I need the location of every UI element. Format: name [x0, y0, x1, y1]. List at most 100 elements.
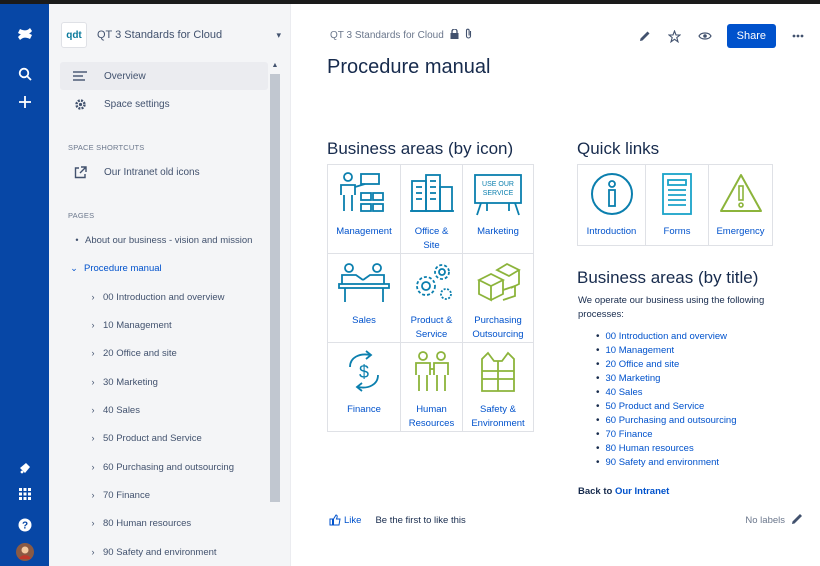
- attachment-icon[interactable]: [465, 28, 472, 42]
- scroll-thumb[interactable]: [270, 74, 280, 502]
- tile-management[interactable]: Management: [327, 164, 401, 254]
- svg-text:USE OUR: USE OUR: [482, 181, 514, 188]
- search-icon[interactable]: [0, 60, 49, 88]
- process-link[interactable]: 70 Finance: [596, 428, 737, 442]
- chevron-right-icon[interactable]: ›: [87, 320, 99, 330]
- tree-item[interactable]: › 10 Management: [87, 317, 172, 333]
- tree-item[interactable]: › 90 Safety and environment: [87, 544, 217, 560]
- tile-human-resources[interactable]: Human Resources: [400, 342, 463, 432]
- like-label: Like: [344, 514, 362, 526]
- title-section-heading: Business areas (by title): [577, 268, 759, 287]
- sidebar-item-label: Space settings: [104, 98, 170, 110]
- breadcrumb: QT 3 Standards for Cloud: [330, 27, 472, 42]
- chevron-right-icon[interactable]: ›: [87, 490, 99, 500]
- tile-marketing[interactable]: USE OUR SERVICE Marketing: [462, 164, 534, 254]
- confluence-logo-icon[interactable]: [0, 20, 49, 48]
- tree-item[interactable]: › 20 Office and site: [87, 345, 177, 361]
- sidebar-item-label: Overview: [104, 70, 146, 82]
- process-link[interactable]: 10 Management: [596, 343, 737, 357]
- chevron-right-icon[interactable]: ›: [87, 348, 99, 358]
- tile-sales[interactable]: Sales: [327, 253, 401, 343]
- like-bar: Like Be the first to like this: [329, 514, 466, 526]
- lock-icon[interactable]: [450, 27, 459, 42]
- process-link[interactable]: 40 Sales: [596, 385, 737, 399]
- sidebar-item-space-settings[interactable]: Space settings: [60, 90, 268, 118]
- tree-item[interactable]: › 30 Marketing: [87, 374, 158, 390]
- sidebar-scrollbar[interactable]: ▲: [270, 62, 280, 566]
- edit-icon[interactable]: [637, 28, 653, 44]
- chevron-right-icon[interactable]: ›: [87, 433, 99, 443]
- tree-item-selected[interactable]: ⌄ Procedure manual: [68, 260, 161, 276]
- overview-icon: [68, 71, 92, 81]
- chevron-right-icon[interactable]: ›: [87, 462, 99, 472]
- quick-link-emergency[interactable]: Emergency: [708, 164, 773, 246]
- tree-item[interactable]: › 60 Purchasing and outsourcing: [87, 459, 234, 475]
- tile-safety-environment[interactable]: Safety & Environment: [462, 342, 534, 432]
- space-header[interactable]: qdt QT 3 Standards for Cloud ▾: [61, 22, 281, 48]
- management-icon: [340, 172, 384, 212]
- process-link[interactable]: 20 Office and site: [596, 357, 737, 371]
- tree-item[interactable]: › 50 Product and Service: [87, 430, 202, 446]
- quick-link-forms[interactable]: Forms: [645, 164, 709, 246]
- tree-item[interactable]: › 40 Sales: [87, 402, 140, 418]
- gears-icon: [415, 264, 452, 300]
- tile-finance[interactable]: $ Finance: [327, 342, 401, 432]
- space-name[interactable]: QT 3 Standards for Cloud: [97, 29, 276, 41]
- star-icon[interactable]: [667, 28, 683, 44]
- notification-icon[interactable]: [0, 454, 49, 482]
- more-icon[interactable]: [790, 28, 806, 44]
- back-to-text: Back to: [578, 486, 613, 497]
- global-nav: ?: [0, 4, 49, 566]
- chevron-right-icon[interactable]: ›: [87, 547, 99, 557]
- process-link[interactable]: 00 Introduction and overview: [596, 329, 737, 343]
- tree-item[interactable]: › 70 Finance: [87, 487, 151, 503]
- tile-label: Safety & Environment: [471, 404, 525, 429]
- boxes-icon: [476, 262, 521, 302]
- form-document-icon: [662, 173, 692, 215]
- create-icon[interactable]: [0, 88, 49, 116]
- people-icon: [414, 351, 449, 391]
- chevron-right-icon[interactable]: ›: [87, 518, 99, 528]
- tree-item[interactable]: › 00 Introduction and overview: [87, 289, 225, 305]
- chevron-right-icon[interactable]: ›: [87, 405, 99, 415]
- like-button[interactable]: Like: [329, 514, 361, 526]
- app-switcher-icon[interactable]: [0, 480, 49, 508]
- no-labels-text: No labels: [745, 514, 785, 526]
- process-link[interactable]: 50 Product and Service: [596, 399, 737, 413]
- tree-item[interactable]: • About our business - vision and mission: [71, 232, 252, 248]
- watch-icon[interactable]: [697, 28, 713, 44]
- external-link-icon: [68, 165, 92, 179]
- shortcut-our-intranet[interactable]: Our Intranet old icons: [60, 158, 268, 186]
- tree-item[interactable]: › 80 Human resources: [87, 515, 192, 531]
- tile-purchasing-outsourcing[interactable]: Purchasing Outsourcing: [462, 253, 534, 343]
- chevron-right-icon[interactable]: ›: [87, 292, 99, 302]
- help-icon[interactable]: ?: [0, 511, 49, 539]
- process-link[interactable]: 80 Human resources: [596, 442, 737, 456]
- sales-icon: [338, 263, 390, 302]
- process-link[interactable]: 60 Purchasing and outsourcing: [596, 414, 737, 428]
- space-logo: qdt: [61, 22, 87, 48]
- back-to-intranet-link[interactable]: Our Intranet: [615, 486, 669, 497]
- share-button[interactable]: Share: [726, 24, 776, 48]
- tile-product-service[interactable]: Product & Service: [400, 253, 463, 343]
- quick-link-introduction[interactable]: Introduction: [577, 164, 646, 246]
- labels-area: No labels: [745, 512, 804, 528]
- profile-avatar[interactable]: [0, 538, 49, 566]
- quick-link-label: Emergency: [716, 226, 765, 237]
- tile-label: Management: [336, 226, 392, 237]
- scroll-up-icon[interactable]: ▲: [270, 62, 280, 72]
- process-link[interactable]: 30 Marketing: [596, 371, 737, 385]
- process-link[interactable]: 90 Safety and environment: [596, 456, 737, 470]
- breadcrumb-space-link[interactable]: QT 3 Standards for Cloud: [330, 30, 444, 41]
- chevron-down-icon[interactable]: ⌄: [68, 263, 80, 274]
- svg-text:$: $: [359, 362, 369, 382]
- edit-labels-icon[interactable]: [791, 512, 804, 528]
- tile-label: Finance: [347, 404, 381, 415]
- tile-office-site[interactable]: Office & Site: [400, 164, 463, 254]
- chevron-right-icon[interactable]: ›: [87, 377, 99, 387]
- sidebar-item-label: Our Intranet old icons: [104, 166, 200, 178]
- space-sidebar: qdt QT 3 Standards for Cloud ▾ Overview …: [49, 4, 291, 566]
- sidebar-item-overview[interactable]: Overview: [60, 62, 268, 90]
- svg-text:?: ?: [21, 521, 27, 532]
- chevron-down-icon[interactable]: ▾: [276, 30, 281, 41]
